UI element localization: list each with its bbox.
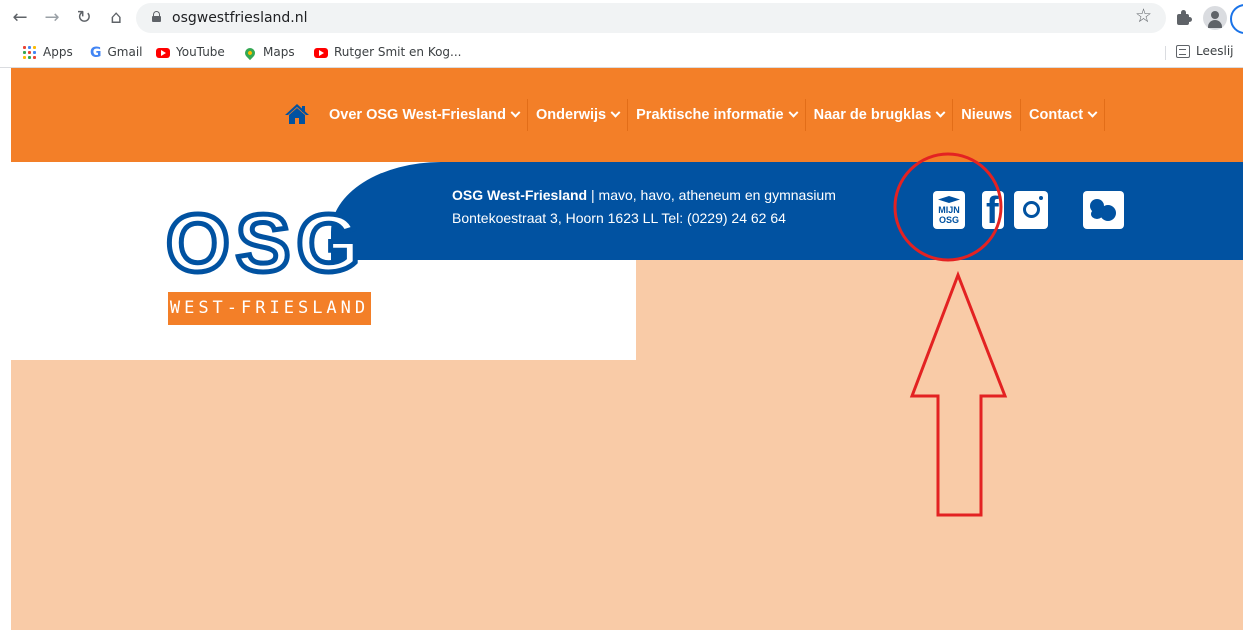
bookmark-rutger-smit[interactable]: Rutger Smit en Kog... <box>314 44 462 60</box>
flickr-icon[interactable] <box>1083 191 1124 229</box>
nav-label: Naar de brugklas <box>813 107 932 123</box>
school-name: OSG West-Friesland <box>452 187 588 203</box>
nav-label: Nieuws <box>961 107 1013 123</box>
back-arrow-icon[interactable]: ← <box>8 6 32 30</box>
lock-icon[interactable] <box>152 11 161 22</box>
bookmark-youtube[interactable]: YouTube <box>156 44 225 60</box>
bookmark-label: YouTube <box>176 45 225 59</box>
youtube-icon <box>156 47 170 58</box>
bookmark-label: Rutger Smit en Kog... <box>334 45 462 59</box>
bookmark-gmail[interactable]: G Gmail <box>90 44 143 61</box>
website-viewport: Over OSG West-Friesland Onderwijs Prakti… <box>11 68 1243 630</box>
school-tagline: OSG West-Friesland | mavo, havo, atheneu… <box>452 187 836 203</box>
osg-logo[interactable]: OSG <box>163 196 366 291</box>
instagram-icon[interactable] <box>1014 191 1048 229</box>
youtube-icon <box>314 47 328 58</box>
mijn-osg-icon[interactable]: MIJN OSG <box>933 191 965 229</box>
url-text[interactable]: osgwestfriesland.nl <box>172 10 308 26</box>
chevron-down-icon <box>510 107 521 118</box>
extensions-puzzle-icon[interactable] <box>1175 9 1193 27</box>
chevron-down-icon <box>1087 107 1098 118</box>
nav-item-onderwijs[interactable]: Onderwijs <box>528 99 629 131</box>
address-bar[interactable]: osgwestfriesland.nl <box>136 3 1166 33</box>
nav-label: Praktische informatie <box>636 107 784 123</box>
apps-grid-icon <box>23 45 37 60</box>
bookmark-apps[interactable]: Apps <box>23 44 73 60</box>
facebook-glyph: f <box>986 190 999 232</box>
nav-item-praktische-informatie[interactable]: Praktische informatie <box>628 99 806 131</box>
bookmark-star-icon[interactable]: ☆ <box>1135 5 1152 27</box>
separator: | <box>587 187 599 203</box>
nav-item-over-osg[interactable]: Over OSG West-Friesland <box>321 99 529 131</box>
maps-pin-icon <box>242 45 258 60</box>
school-types: mavo, havo, atheneum en gymnasium <box>598 187 836 203</box>
nav-label: Onderwijs <box>536 107 607 123</box>
reload-icon[interactable]: ↻ <box>72 6 96 30</box>
bookmark-label: Maps <box>263 45 295 59</box>
main-navigation: Over OSG West-Friesland Onderwijs Prakti… <box>11 68 1243 162</box>
mijn-osg-label: MIJN OSG <box>938 205 960 225</box>
home-icon[interactable]: ⌂ <box>104 6 128 30</box>
bookmark-maps[interactable]: Maps <box>242 44 295 60</box>
chevron-down-icon <box>935 107 946 118</box>
graduation-cap-icon <box>938 196 960 203</box>
reading-list-label: Leeslij <box>1196 44 1234 58</box>
bookmark-label: Gmail <box>107 45 143 59</box>
reading-list-button[interactable]: Leeslij <box>1176 44 1234 60</box>
account-ring-icon[interactable] <box>1230 4 1243 34</box>
chevron-down-icon <box>610 107 621 118</box>
nav-label: Contact <box>1029 107 1084 123</box>
reading-list-icon <box>1176 45 1190 58</box>
nav-item-naar-de-brugklas[interactable]: Naar de brugklas <box>806 99 954 131</box>
bookmark-label: Apps <box>43 45 73 59</box>
nav-item-contact[interactable]: Contact <box>1021 99 1106 131</box>
logo-subtitle: WEST-FRIESLAND <box>168 292 371 325</box>
browser-toolbar: ← → ↻ ⌂ osgwestfriesland.nl ☆ <box>0 0 1243 36</box>
nav-label: Over OSG West-Friesland <box>329 107 507 123</box>
home-icon[interactable] <box>284 103 310 125</box>
nav-item-nieuws[interactable]: Nieuws <box>953 99 1022 131</box>
divider <box>1165 46 1166 60</box>
facebook-icon[interactable]: f <box>982 190 1004 232</box>
bookmarks-bar: Apps G Gmail YouTube Maps Rutger Smit en … <box>0 36 1243 68</box>
school-address: Bontekoestraat 3, Hoorn 1623 LL Tel: (02… <box>452 210 786 226</box>
forward-arrow-icon[interactable]: → <box>40 6 64 30</box>
profile-avatar-icon[interactable] <box>1203 6 1227 30</box>
chevron-down-icon <box>788 107 799 118</box>
google-icon: G <box>90 44 102 61</box>
